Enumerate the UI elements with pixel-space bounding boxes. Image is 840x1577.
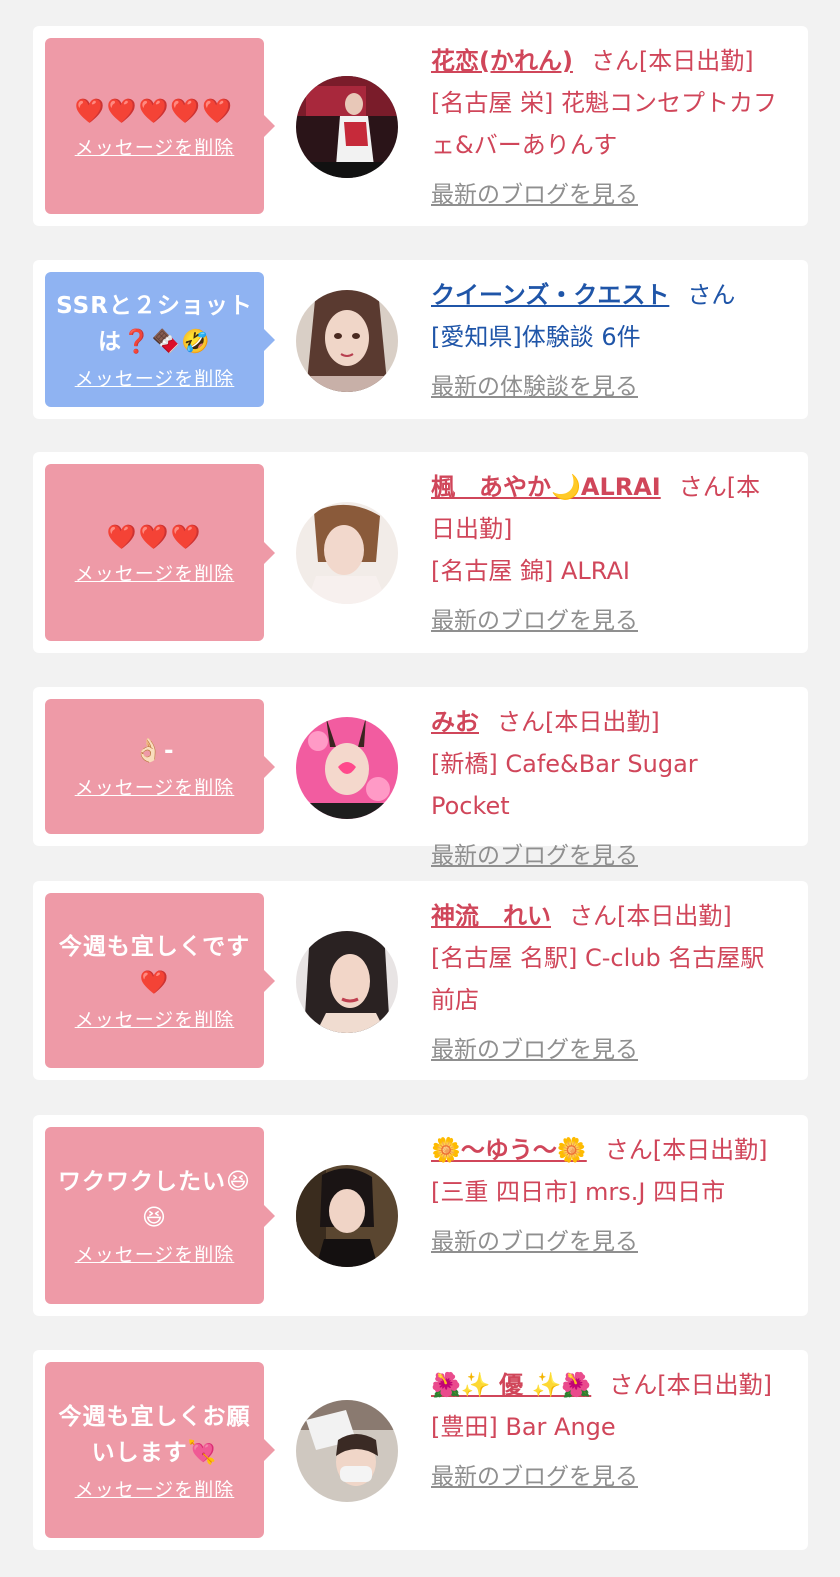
message-text: ワクワクしたい😆😆 — [58, 1169, 251, 1231]
shop-info: [愛知県]体験談 6件 — [431, 323, 641, 351]
avatar[interactable] — [296, 290, 398, 392]
cast-name-link[interactable]: 🌺✨ 優 ✨🌺 — [431, 1371, 591, 1399]
message-bubble: 今週も宜しくお願いします💘 メッセージを削除 — [45, 1362, 275, 1538]
cast-status: さん[本日出勤] — [609, 1371, 772, 1399]
card-1: ❤️❤️❤️❤️❤️ メッセージを削除 花恋(かれん) さん[本日出勤] [名古屋… — [33, 26, 808, 226]
shop-info: [豊田] Bar Ange — [431, 1413, 616, 1441]
delete-message-link[interactable]: メッセージを削除 — [75, 1005, 235, 1032]
avatar[interactable] — [296, 502, 398, 604]
shop-info: [名古屋 栄] 花魁コンセプトカフェ&バーありんす — [431, 89, 777, 159]
message-bubble: 今週も宜しくです❤️ メッセージを削除 — [45, 893, 275, 1068]
delete-message-link[interactable]: メッセージを削除 — [75, 773, 235, 800]
message-bubble: ❤️❤️❤️ メッセージを削除 — [45, 464, 275, 641]
message-bubble: SSRと２ショットは❓🍫🤣 メッセージを削除 — [45, 272, 275, 407]
card-info: みお さん[本日出勤] [新橋] Cafe&Bar Sugar Pocket 最新… — [431, 701, 783, 877]
avatar[interactable] — [296, 717, 398, 819]
card-info: 楓 あやか🌙ALRAI さん[本日出勤] [名古屋 錦] ALRAI 最新のブログ… — [431, 466, 783, 642]
latest-blog-link[interactable]: 最新のブログを見る — [431, 1029, 783, 1071]
latest-reviews-link[interactable]: 最新の体験談を見る — [431, 366, 783, 408]
message-text: 👌🏻- — [134, 738, 175, 764]
message-text: SSRと２ショットは❓🍫🤣 — [56, 293, 253, 355]
cast-name-link[interactable]: 楓 あやか🌙ALRAI — [431, 473, 661, 501]
card-info: クイーンズ・クエスト さん [愛知県]体験談 6件 最新の体験談を見る — [431, 274, 783, 408]
shop-info: [新橋] Cafe&Bar Sugar Pocket — [431, 750, 698, 820]
message-text: ❤️❤️❤️ — [106, 523, 203, 551]
cast-status: さん[本日出勤] — [590, 47, 754, 75]
avatar[interactable] — [296, 1165, 398, 1267]
delete-message-link[interactable]: メッセージを削除 — [75, 1240, 235, 1267]
card-info: 🌺✨ 優 ✨🌺 さん[本日出勤] [豊田] Bar Ange 最新のブログを見る — [431, 1364, 783, 1498]
card-info: 神流 れい さん[本日出勤] [名古屋 名駅] C-club 名古屋駅前店 最新の… — [431, 895, 783, 1071]
delete-message-link[interactable]: メッセージを削除 — [75, 1475, 235, 1502]
card-info: 花恋(かれん) さん[本日出勤] [名古屋 栄] 花魁コンセプトカフェ&バーありん… — [431, 40, 783, 216]
message-text: 今週も宜しくお願いします💘 — [58, 1403, 251, 1466]
card-3: ❤️❤️❤️ メッセージを削除 楓 あやか🌙ALRAI さん[本日出勤] [名古屋… — [33, 452, 808, 653]
avatar[interactable] — [296, 1400, 398, 1502]
latest-blog-link[interactable]: 最新のブログを見る — [431, 174, 783, 216]
latest-blog-link[interactable]: 最新のブログを見る — [431, 1456, 783, 1498]
cast-name-link[interactable]: 神流 れい — [431, 902, 551, 930]
message-bubble: 👌🏻- メッセージを削除 — [45, 699, 275, 834]
message-text: ❤️❤️❤️❤️❤️ — [74, 96, 235, 125]
shop-name-link[interactable]: クイーンズ・クエスト — [431, 281, 669, 309]
card-6: ワクワクしたい😆😆 メッセージを削除 🌼〜ゆう〜🌼 さん[本日出勤] [三重 四日… — [33, 1115, 808, 1316]
cast-status: さん[本日出勤] — [569, 902, 732, 930]
card-5: 今週も宜しくです❤️ メッセージを削除 神流 れい さん[本日出勤] [名古屋 名… — [33, 881, 808, 1080]
cast-status: さん[本日出勤] — [604, 1136, 768, 1164]
cast-status: さん[本日出勤] — [497, 708, 660, 736]
shop-info: [名古屋 錦] ALRAI — [431, 557, 630, 585]
latest-blog-link[interactable]: 最新のブログを見る — [431, 835, 783, 877]
card-2: SSRと２ショットは❓🍫🤣 メッセージを削除 クイーンズ・クエスト さん [愛知県… — [33, 260, 808, 419]
cast-name-link[interactable]: 花恋(かれん) — [431, 47, 573, 75]
message-text: 今週も宜しくです❤️ — [58, 934, 251, 996]
avatar[interactable] — [296, 931, 398, 1033]
latest-blog-link[interactable]: 最新のブログを見る — [431, 1221, 783, 1263]
cast-name-link[interactable]: 🌼〜ゆう〜🌼 — [431, 1136, 587, 1164]
latest-blog-link[interactable]: 最新のブログを見る — [431, 600, 783, 642]
card-4: 👌🏻- メッセージを削除 みお さん[本日出勤] [新橋] Cafe&Bar Su… — [33, 687, 808, 869]
cast-status: さん — [687, 281, 736, 309]
delete-message-link[interactable]: メッセージを削除 — [75, 133, 235, 160]
delete-message-link[interactable]: メッセージを削除 — [75, 559, 235, 586]
card-info: 🌼〜ゆう〜🌼 さん[本日出勤] [三重 四日市] mrs.J 四日市 最新のブログ… — [431, 1129, 783, 1263]
message-bubble: ワクワクしたい😆😆 メッセージを削除 — [45, 1127, 275, 1304]
message-bubble: ❤️❤️❤️❤️❤️ メッセージを削除 — [45, 38, 275, 214]
cast-name-link[interactable]: みお — [431, 708, 479, 736]
shop-info: [三重 四日市] mrs.J 四日市 — [431, 1178, 726, 1206]
avatar[interactable] — [296, 76, 398, 178]
shop-info: [名古屋 名駅] C-club 名古屋駅前店 — [431, 944, 765, 1014]
card-7: 今週も宜しくお願いします💘 メッセージを削除 🌺✨ 優 ✨🌺 さん[本日出勤] [… — [33, 1350, 808, 1550]
delete-message-link[interactable]: メッセージを削除 — [75, 364, 235, 391]
